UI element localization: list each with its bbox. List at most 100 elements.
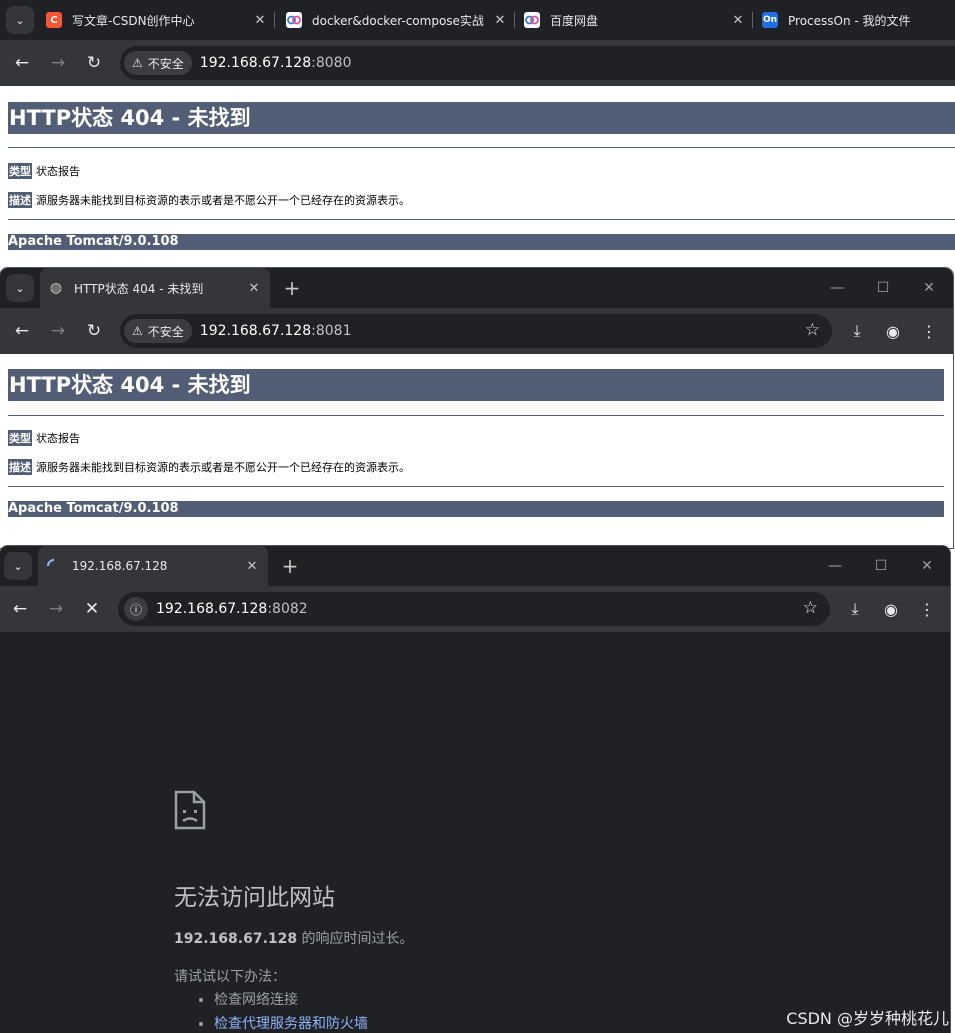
description-value: 源服务器未能找到目标资源的表示或者是不愿公开一个已经存在的资源表示。 [36,461,410,474]
url-port: :8081 [311,323,352,339]
arrow-right-icon: → [50,53,66,73]
tab-search-button[interactable]: ⌄ [4,552,32,580]
tab-baidu-pan[interactable]: 百度网盘 ✕ [524,0,746,40]
close-tab-icon[interactable]: ✕ [252,13,268,28]
error-heading: 无法访问此网站 [174,885,335,911]
close-tab-icon[interactable]: ✕ [244,559,260,574]
page-heading: HTTP状态 404 - 未找到 [8,369,944,401]
tab-title: 百度网盘 [550,13,599,28]
security-chip-label: 不安全 [147,324,184,339]
url-host: 192.168.67.128 [199,323,312,339]
arrow-right-icon: → [50,321,66,341]
arrow-left-icon: ← [14,53,30,73]
type-label: 类型 [8,163,32,179]
divider [8,486,944,487]
download-button[interactable]: ⤓ [842,316,872,346]
stop-button[interactable]: ✕ [77,594,107,624]
address-bar[interactable]: ⚠ 不安全 192.168.67.128:8080 [120,46,955,80]
tab-divider [274,12,275,28]
tab-loading-8082[interactable]: 192.168.67.128 ✕ [38,546,268,586]
divider [8,147,955,148]
forward-button[interactable]: → [43,316,73,346]
menu-button[interactable]: ⋮ [914,316,944,346]
browser-window-8080: ⌄ C 写文章-CSDN创作中心 ✕ docker&docker-compose… [0,0,955,268]
processon-favicon-text: On [762,15,778,25]
tab-title: docker&docker-compose实战 [312,13,484,28]
maximize-button[interactable]: ☐ [860,268,906,308]
address-bar[interactable]: ⓘ 192.168.67.128:8082 ☆ [118,592,830,626]
profile-button[interactable]: ◉ [876,594,906,624]
bookmark-star-icon[interactable]: ☆ [805,320,820,340]
minimize-button[interactable]: — [812,546,858,586]
minimize-button[interactable]: — [814,268,860,308]
tomcat-error-page: HTTP状态 404 - 未找到 类型 状态报告 描述 源服务器未能找到目标资源… [0,86,955,268]
close-tab-icon[interactable]: ✕ [492,13,508,28]
tab-search-button[interactable]: ⌄ [6,274,34,302]
url-host: 192.168.67.128 [156,601,268,617]
suggestions-label: 请试试以下办法： [174,969,286,985]
tab-divider [752,12,753,28]
warning-icon: ⚠ [132,56,143,70]
new-tab-button[interactable]: + [276,552,304,580]
tomcat-error-page: HTTP状态 404 - 未找到 类型 状态报告 描述 源服务器未能找到目标资源… [0,354,953,548]
suggestions-list: 检查网络连接 检查代理服务器和防火墙 [174,988,368,1033]
forward-button[interactable]: → [41,594,71,624]
tab-divider [514,12,515,28]
close-window-button[interactable]: ✕ [904,546,950,586]
connection-error-page: 无法访问此网站 192.168.67.128 的响应时间过长。 请试试以下办法：… [0,632,950,1033]
more-vert-icon: ⋮ [921,321,937,341]
security-chip[interactable]: ⚠ 不安全 [124,319,192,343]
browser-window-8082: ⌄ 192.168.67.128 ✕ + — ☐ ✕ ← → ✕ ⓘ 192.1… [0,546,950,1033]
address-bar[interactable]: ⚠ 不安全 192.168.67.128:8081 ☆ [120,314,832,348]
arrow-left-icon: ← [14,321,30,341]
type-value: 状态报告 [36,165,80,178]
baidu-pan-icon [524,12,540,28]
forward-button[interactable]: → [43,48,73,78]
bookmark-star-icon[interactable]: ☆ [803,598,818,618]
info-icon[interactable]: ⓘ [124,597,148,621]
tab-search-button[interactable]: ⌄ [6,6,34,34]
back-button[interactable]: ← [5,594,35,624]
url-host: 192.168.67.128 [199,55,312,71]
type-row: 类型 状态报告 [8,430,80,446]
warning-icon: ⚠ [132,324,143,338]
close-icon: ✕ [923,280,935,296]
tab-title: 192.168.67.128 [72,559,168,573]
profile-icon: ◉ [884,599,898,619]
reload-icon: ↻ [86,53,102,73]
toolbar: ← → ✕ ⓘ 192.168.67.128:8082 ☆ ⤓ ◉ ⋮ [0,586,950,632]
baidu-pan-icon [286,12,302,28]
chevron-down-icon: ⌄ [15,281,25,295]
suggestion-check-proxy-firewall-link[interactable]: 检查代理服务器和防火墙 [214,1012,368,1033]
reload-button[interactable]: ↻ [79,316,109,346]
profile-button[interactable]: ◉ [878,316,908,346]
more-vert-icon: ⋮ [919,599,935,619]
back-button[interactable]: ← [7,316,37,346]
new-tab-button[interactable]: + [278,274,306,302]
maximize-button[interactable]: ☐ [858,546,904,586]
toolbar: ← → ↻ ⚠ 不安全 192.168.67.128:8080 [0,40,955,86]
tab-csdn[interactable]: C 写文章-CSDN创作中心 ✕ [46,0,268,40]
description-label: 描述 [8,459,32,475]
processon-icon: On [762,12,778,28]
description-row: 描述 源服务器未能找到目标资源的表示或者是不愿公开一个已经存在的资源表示。 [8,459,410,475]
close-tab-icon[interactable]: ✕ [730,13,746,28]
tab-docker[interactable]: docker&docker-compose实战 ✕ [286,0,508,40]
toolbar: ← → ↻ ⚠ 不安全 192.168.67.128:8081 ☆ ⤓ ◉ ⋮ [0,308,953,354]
tab-tomcat-404[interactable]: ◍ HTTP状态 404 - 未找到 ✕ [40,268,270,308]
close-window-button[interactable]: ✕ [906,268,952,308]
url-text: 192.168.67.128:8082 [156,601,308,617]
tab-processon[interactable]: On ProcessOn - 我的文件 [762,0,952,40]
arrow-left-icon: ← [12,599,28,619]
close-tab-icon[interactable]: ✕ [246,281,262,296]
reload-button[interactable]: ↻ [79,48,109,78]
divider [8,415,944,416]
security-chip[interactable]: ⚠ 不安全 [124,51,192,75]
arrow-right-icon: → [48,599,64,619]
back-button[interactable]: ← [7,48,37,78]
download-button[interactable]: ⤓ [840,594,870,624]
tab-strip: ⌄ C 写文章-CSDN创作中心 ✕ docker&docker-compose… [0,0,955,40]
menu-button[interactable]: ⋮ [912,594,942,624]
type-value: 状态报告 [36,432,80,445]
description-row: 描述 源服务器未能找到目标资源的表示或者是不愿公开一个已经存在的资源表示。 [8,192,410,208]
